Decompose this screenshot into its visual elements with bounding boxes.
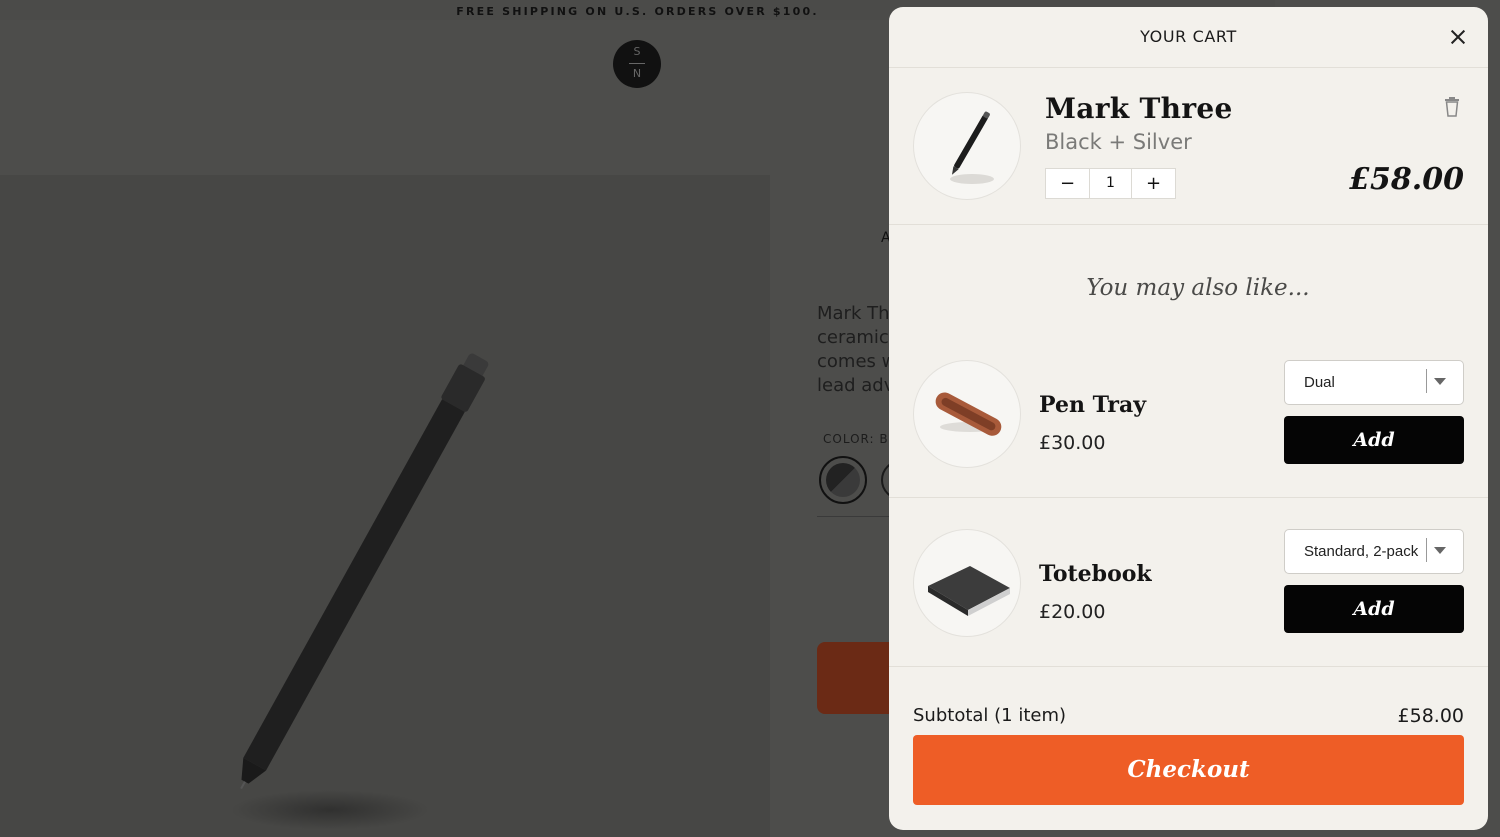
- add-button[interactable]: Add: [1284, 416, 1464, 464]
- checkout-button[interactable]: Checkout: [913, 735, 1464, 805]
- pen-illustration: [240, 353, 489, 790]
- upsell-price: £30.00: [1039, 432, 1106, 454]
- select-value: Standard, 2-pack: [1304, 543, 1419, 560]
- upsell-thumbnail: [913, 529, 1021, 637]
- cart-header: YOUR CART: [889, 7, 1488, 68]
- quantity-stepper: − 1 +: [1045, 168, 1176, 199]
- upsell-thumbnail: [913, 360, 1021, 468]
- upsell-item: Totebook £20.00 Standard, 2-pack Add: [889, 498, 1488, 667]
- description-line: Mark Thr: [817, 303, 897, 324]
- quantity-value[interactable]: 1: [1090, 169, 1131, 198]
- color-swatch-black[interactable]: [819, 456, 867, 504]
- totebook-image: [928, 566, 1010, 616]
- upsell-heading: You may also like...: [1086, 275, 1310, 301]
- cart-line-item: Mark Three Black + Silver − 1 + £58.00: [889, 68, 1488, 225]
- item-variant: Black + Silver: [1045, 130, 1192, 154]
- trash-icon[interactable]: [1442, 96, 1462, 118]
- chevron-down-icon: [1434, 547, 1446, 554]
- description-line: ceramic b: [817, 327, 897, 348]
- add-button[interactable]: Add: [1284, 585, 1464, 633]
- select-divider: [1426, 369, 1427, 393]
- increase-quantity-button[interactable]: +: [1131, 169, 1175, 198]
- variant-select[interactable]: Standard, 2-pack: [1284, 529, 1464, 574]
- select-divider: [1426, 538, 1427, 562]
- upsell-name: Pen Tray: [1039, 392, 1147, 418]
- cart-drawer: YOUR CART Mark Three Black + Silver − 1 …: [889, 7, 1488, 830]
- close-icon[interactable]: [1444, 23, 1472, 51]
- subtotal-value: £58.00: [1397, 705, 1464, 727]
- chevron-down-icon: [1434, 378, 1446, 385]
- pen-tray-image: [935, 392, 1002, 436]
- item-name: Mark Three: [1045, 92, 1233, 125]
- select-value: Dual: [1304, 374, 1335, 391]
- description-line: comes wi: [817, 351, 897, 372]
- upsell-name: Totebook: [1039, 561, 1152, 587]
- description-line: lead adva: [817, 375, 897, 396]
- cart-title: YOUR CART: [1140, 27, 1237, 46]
- product-thumbnail: [913, 92, 1021, 200]
- pen-thumbnail-image: [950, 111, 994, 184]
- color-label: COLOR: B: [823, 432, 889, 446]
- product-description: Mark Thr ceramic b comes wi lead adva: [817, 302, 897, 398]
- subtotal-label: Subtotal (1 item): [913, 705, 1067, 726]
- variant-select[interactable]: Dual: [1284, 360, 1464, 405]
- upsell-item: Pen Tray £30.00 Dual Add: [889, 329, 1488, 498]
- divider: [817, 516, 897, 517]
- item-price: £58.00: [1349, 162, 1464, 197]
- upsell-price: £20.00: [1039, 601, 1106, 623]
- decrease-quantity-button[interactable]: −: [1046, 169, 1090, 198]
